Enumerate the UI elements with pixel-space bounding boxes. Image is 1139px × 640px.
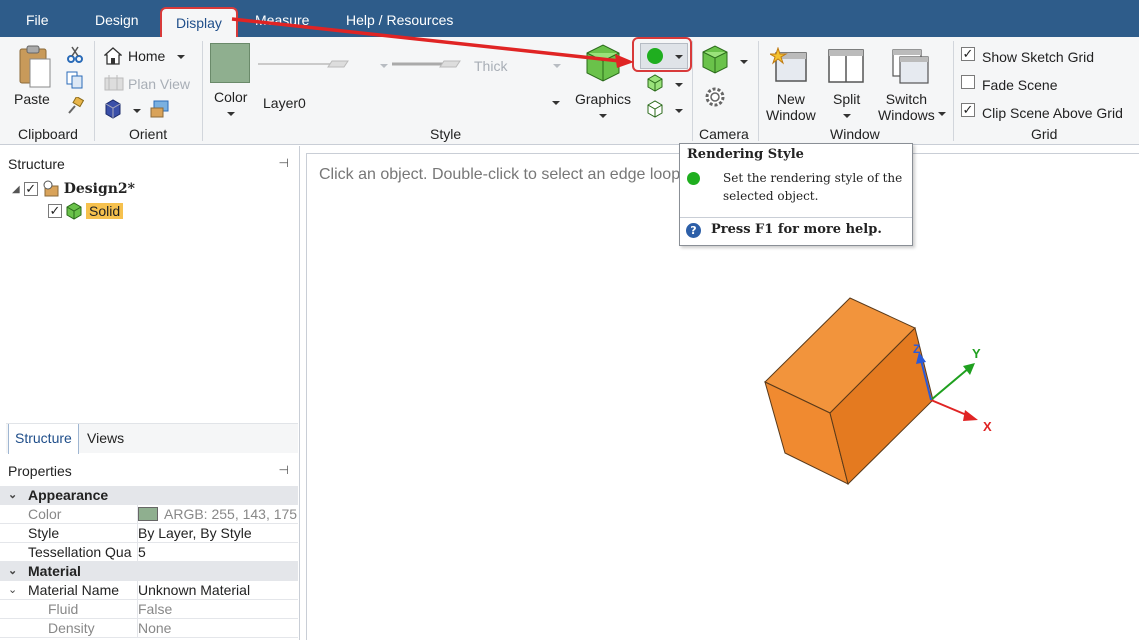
tab-views[interactable]: Views	[87, 430, 124, 446]
property-row[interactable]: Fluid False	[0, 600, 298, 619]
visibility-checkbox[interactable]: ✓	[23, 182, 38, 196]
x-axis-label: X	[983, 419, 992, 434]
property-row[interactable]: ⌄ Material Name Unknown Material	[0, 581, 298, 600]
tab-structure[interactable]: Structure	[8, 424, 79, 454]
property-name: Style	[28, 525, 60, 541]
tree-item-solid[interactable]: ✓ Solid	[48, 202, 124, 220]
pin-icon[interactable]: ⊣	[279, 463, 289, 477]
property-value[interactable]: By Layer, By Style	[137, 524, 298, 542]
property-row[interactable]: Density None	[0, 619, 298, 638]
property-value[interactable]: None	[137, 619, 298, 637]
design-icon	[43, 180, 59, 197]
collapse-icon[interactable]: ⌄	[8, 562, 17, 580]
property-row[interactable]: Tessellation Qua 5	[0, 543, 298, 562]
pin-icon[interactable]: ⊣	[279, 156, 289, 170]
y-axis-label: Y	[972, 346, 981, 361]
property-name: Color	[28, 506, 62, 522]
tooltip-description: Set the rendering style of the selected …	[723, 171, 903, 203]
section-name: Appearance	[28, 487, 109, 503]
property-value-text: ARGB: 255, 143, 175	[164, 506, 298, 522]
rendering-style-tooltip: Rendering Style Set the rendering style …	[679, 143, 913, 246]
panel-tabs: Structure Views	[6, 423, 298, 454]
property-value[interactable]: Unknown Material	[137, 581, 298, 599]
solid-cube-icon	[66, 202, 82, 220]
solid-box[interactable]	[764, 297, 934, 485]
property-row[interactable]: Style By Layer, By Style	[0, 524, 298, 543]
property-section[interactable]: ⌄ Material	[0, 562, 298, 581]
properties-panel-title: Properties	[8, 463, 72, 479]
visibility-checkbox[interactable]: ✓	[48, 204, 62, 218]
collapse-icon[interactable]: ⌄	[8, 581, 17, 599]
help-icon: ?	[686, 223, 701, 238]
property-name: Material Name	[28, 582, 120, 598]
expand-triangle-icon[interactable]: ◢	[12, 184, 20, 195]
property-value[interactable]: ARGB: 255, 143, 175	[137, 505, 298, 523]
property-row[interactable]: Color ARGB: 255, 143, 175	[0, 505, 298, 524]
color-swatch-icon	[138, 507, 158, 521]
tree-item-label: Design2*	[63, 181, 135, 197]
tree-item-design[interactable]: ◢ ✓ Design2*	[12, 180, 135, 198]
property-value[interactable]: 5	[137, 543, 298, 561]
property-section[interactable]: ⌄ Appearance	[0, 486, 298, 505]
tooltip-title: Rendering Style	[687, 147, 804, 162]
left-panel: Structure ⊣ ◢ ✓ Design2* ✓ Solid Structu…	[0, 146, 300, 640]
properties-grid: ⌄ Appearance Color ARGB: 255, 143, 175 S…	[0, 486, 298, 638]
section-name: Material	[28, 563, 81, 579]
tree-item-label: Solid	[86, 203, 124, 219]
tooltip-help: Press F1 for more help.	[711, 222, 882, 237]
z-axis-label: Z	[913, 342, 920, 356]
structure-panel-title: Structure	[8, 156, 65, 172]
rendering-style-dot-icon	[687, 172, 700, 185]
separator	[680, 217, 912, 218]
collapse-icon[interactable]: ⌄	[8, 486, 17, 504]
property-name: Tessellation Qua	[28, 544, 132, 560]
property-value[interactable]: False	[137, 600, 298, 618]
